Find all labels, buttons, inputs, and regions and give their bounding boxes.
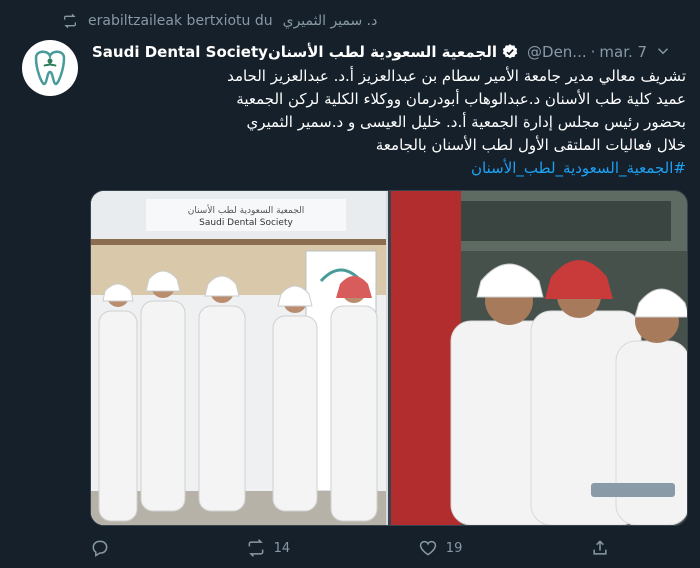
retweet-icon — [64, 13, 76, 29]
booth-sign-en: Saudi Dental Society — [199, 218, 293, 228]
share-icon — [593, 540, 607, 555]
like-button[interactable]: 19 — [418, 538, 463, 558]
avatar[interactable] — [22, 40, 78, 96]
reply-icon — [92, 540, 108, 557]
author-display-name[interactable]: الجمعية السعودية لطب الأسنانSaudi Dental… — [92, 43, 497, 61]
tweet-line: بحضور رئيس مجلس إدارة الجمعية أ.د. خليل … — [246, 113, 686, 131]
retweet-button[interactable]: 14 — [246, 538, 291, 558]
verified-badge-icon — [502, 44, 518, 59]
tweet-text: تشريف معالي مدير جامعة الأمير سطام بن عب… — [92, 65, 686, 180]
chevron-down-icon[interactable] — [654, 42, 672, 60]
tweet-line: تشريف معالي مدير جامعة الأمير سطام بن عب… — [227, 67, 686, 85]
hashtag-link[interactable]: #الجمعية_السعودية_لطب_الأسنان — [92, 157, 686, 180]
meta-separator: · — [590, 43, 596, 61]
retweet-text: erabiltzaileak bertxiotu du — [88, 13, 273, 29]
photo-booth-group[interactable]: الجمعية السعودية لطب الأسنان Saudi Denta… — [91, 191, 388, 525]
retweet-context: erabiltzaileak bertxiotu du د. سمير الثم… — [62, 10, 377, 32]
booth-sign-ar: الجمعية السعودية لطب الأسنان — [188, 204, 305, 216]
share-button[interactable] — [590, 538, 610, 558]
photo-close-up[interactable] — [390, 191, 687, 525]
saudi-dental-society-logo — [34, 50, 66, 86]
reply-button[interactable] — [90, 538, 118, 558]
tweet-header: الجمعية السعودية لطب الأسنانSaudi Dental… — [92, 40, 686, 64]
tweet-actions: 14 19 — [90, 534, 610, 562]
author-handle[interactable]: @Den... — [527, 43, 587, 61]
tweet-date[interactable]: mar. 7 — [599, 43, 647, 61]
retweet-count: 14 — [273, 540, 291, 556]
retweeter-name[interactable]: د. سمير الثميري — [283, 13, 378, 29]
tweet-media[interactable]: الجمعية السعودية لطب الأسنان Saudi Denta… — [90, 190, 688, 526]
heart-icon — [419, 540, 436, 556]
retweet-icon — [248, 539, 264, 557]
like-count: 19 — [445, 540, 463, 556]
booth-photo-illustration: الجمعية السعودية لطب الأسنان Saudi Denta… — [91, 191, 386, 525]
close-up-photo-illustration — [390, 191, 687, 525]
tweet-line: خلال فعاليات الملتقى الأول لطب الأسنان ب… — [375, 136, 686, 154]
tweet-line: عميد كلية طب الأسنان د.عبدالوهاب أبودرما… — [236, 90, 686, 108]
